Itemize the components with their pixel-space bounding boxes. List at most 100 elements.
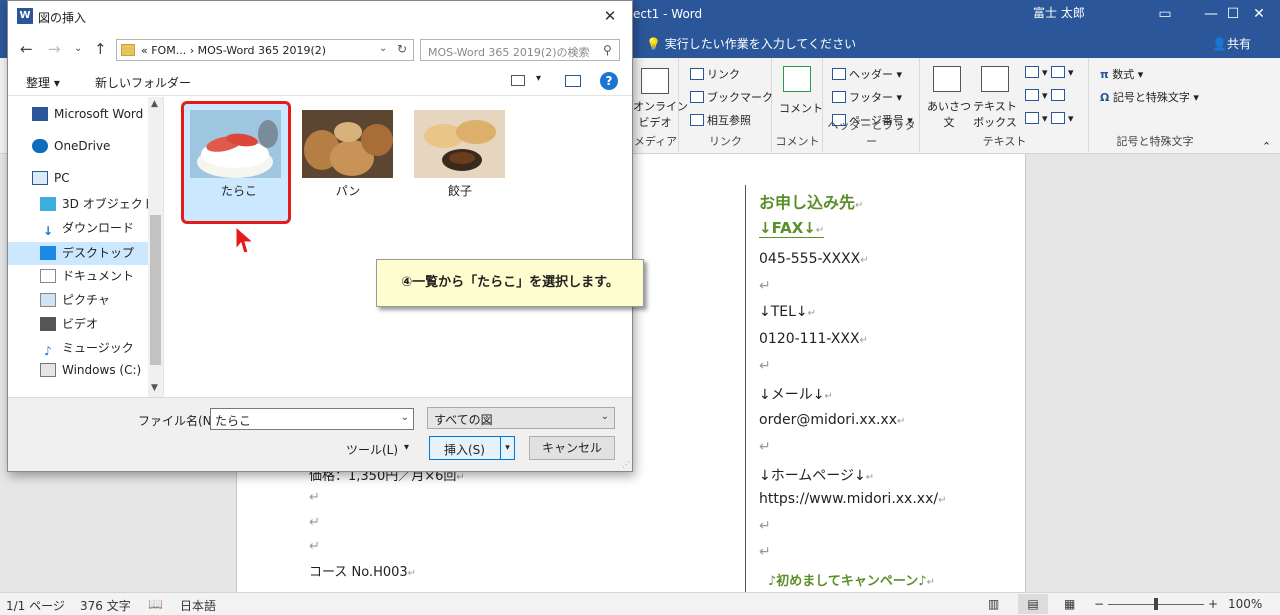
- footer-button[interactable]: フッター ▾: [832, 89, 902, 105]
- back-arrow-icon[interactable]: ←: [20, 40, 33, 58]
- nav-item-downloads[interactable]: ↓ ダウンロード: [40, 219, 134, 241]
- nav-item-pictures[interactable]: ピクチャ: [40, 291, 110, 313]
- up-arrow-icon[interactable]: ↑: [94, 40, 107, 58]
- textbox-button[interactable]: テキスト ボックス: [971, 98, 1019, 130]
- file-item-gyoza[interactable]: 餃子: [405, 101, 515, 221]
- bookmark-icon: [690, 91, 704, 103]
- cube-icon: [40, 197, 56, 211]
- nav-item-pc[interactable]: PC: [32, 171, 70, 193]
- tell-me-box[interactable]: 💡 実行したい作業を入力してください: [646, 35, 856, 52]
- chevron-down-icon[interactable]: ⌄: [401, 412, 409, 423]
- insert-dropdown-icon[interactable]: ▾: [500, 437, 514, 459]
- equation-button[interactable]: π 数式 ▾: [1100, 66, 1143, 82]
- dialog-footer: ファイル名(N): たらこ ⌄ すべての図 ⌄ ツール(L) ▾ 挿入(S) ▾…: [8, 397, 632, 471]
- scroll-down-icon[interactable]: ▼: [151, 383, 158, 393]
- nav-item-desktop[interactable]: デスクトップ: [8, 242, 148, 265]
- forward-arrow-icon[interactable]: →: [48, 40, 61, 58]
- nav-item-onedrive[interactable]: OneDrive: [32, 139, 110, 161]
- dropcap-icon[interactable]: ▾ ▾: [1025, 112, 1074, 125]
- paragraph-mark-icon: ↵: [309, 490, 320, 505]
- user-name[interactable]: 富士 太郎: [1033, 4, 1085, 21]
- doc-line[interactable]: ↓TEL↓↵: [759, 304, 816, 320]
- ribbon-group-header-footer: ヘッダー ▾ フッター ▾ ページ番号 ▾ ヘッダーとフッター: [824, 58, 920, 152]
- search-placeholder: MOS-Word 365 2019(2)の検索: [428, 46, 590, 59]
- chevron-down-icon[interactable]: ▾: [536, 73, 541, 84]
- proofing-icon[interactable]: 📖: [148, 597, 163, 611]
- help-icon[interactable]: ?: [600, 72, 618, 90]
- view-icon[interactable]: [511, 75, 525, 86]
- greeting-button[interactable]: あいさつ 文: [927, 98, 971, 130]
- ribbon-display-icon[interactable]: ▭: [1142, 0, 1188, 30]
- ribbon-group-comments: コメント コメント: [773, 58, 823, 152]
- zoom-slider-thumb[interactable]: [1154, 598, 1158, 610]
- recent-dropdown-icon[interactable]: ⌄: [74, 43, 82, 54]
- crossref-button[interactable]: 相互参照: [690, 112, 751, 128]
- chevron-down-icon[interactable]: ⌄: [379, 43, 387, 54]
- header-button[interactable]: ヘッダー ▾: [832, 66, 902, 82]
- tools-button[interactable]: ツール(L): [346, 441, 398, 458]
- zoom-in-icon[interactable]: +: [1208, 597, 1218, 611]
- new-folder-button[interactable]: 新しいフォルダー: [95, 74, 191, 91]
- print-layout-icon[interactable]: ▤: [1018, 594, 1048, 614]
- refresh-icon[interactable]: ↻: [397, 42, 407, 56]
- doc-line[interactable]: ↓ホームページ↓↵: [759, 465, 874, 485]
- page-count[interactable]: 1/1 ページ: [6, 597, 65, 614]
- zoom-level[interactable]: 100%: [1228, 597, 1262, 611]
- cancel-button[interactable]: キャンセル: [529, 436, 615, 460]
- file-item-pan[interactable]: パン: [293, 101, 403, 221]
- computer-icon: [32, 171, 48, 185]
- resize-grip-icon[interactable]: ⋰: [622, 460, 630, 469]
- filetype-select[interactable]: すべての図 ⌄: [427, 407, 615, 429]
- nav-item-3d-objects[interactable]: 3D オブジェクト: [40, 195, 155, 217]
- nav-item-music[interactable]: ♪ ミュージック: [40, 339, 134, 361]
- web-layout-icon[interactable]: ▦: [1064, 597, 1075, 611]
- close-icon[interactable]: ✕: [1236, 0, 1280, 30]
- nav-item-videos[interactable]: ビデオ: [40, 315, 98, 337]
- chevron-down-icon[interactable]: ⌄: [601, 411, 609, 422]
- address-bar[interactable]: « FOM... › MOS-Word 365 2019(2) ⌄ ↻: [116, 39, 414, 61]
- nav-item-windows-c[interactable]: Windows (C:): [40, 363, 141, 385]
- breadcrumb[interactable]: « FOM... › MOS-Word 365 2019(2): [141, 44, 326, 57]
- picture-icon: [40, 293, 56, 307]
- online-video-icon: [641, 68, 669, 94]
- command-bar: 整理 ▾ 新しいフォルダー ▾ ?: [8, 66, 632, 96]
- share-button[interactable]: 👤共有: [1212, 35, 1251, 52]
- scrollbar-thumb[interactable]: [150, 215, 161, 365]
- doc-line[interactable]: 045-555-XXXX↵: [759, 251, 869, 267]
- insert-button[interactable]: 挿入(S) ▾: [429, 436, 515, 460]
- quick-parts-icon[interactable]: ▾ ▾: [1025, 66, 1074, 79]
- read-mode-icon[interactable]: ▥: [988, 597, 999, 611]
- doc-line[interactable]: ↓FAX↓↵: [759, 219, 825, 238]
- word-count[interactable]: 376 文字: [80, 597, 131, 614]
- nav-item-microsoft-word[interactable]: Microsoft Word: [32, 107, 143, 129]
- scroll-up-icon[interactable]: ▲: [151, 99, 158, 109]
- preview-pane-icon[interactable]: [565, 75, 581, 87]
- nav-label: Windows (C:): [62, 363, 142, 377]
- zoom-out-icon[interactable]: −: [1094, 597, 1104, 611]
- search-input[interactable]: MOS-Word 365 2019(2)の検索 ⚲: [420, 39, 620, 61]
- doc-line[interactable]: コース No.H003↵: [309, 561, 416, 580]
- symbol-button[interactable]: Ω 記号と特殊文字 ▾: [1100, 89, 1199, 105]
- language[interactable]: 日本語: [180, 597, 216, 614]
- paragraph-mark-icon: ↵: [309, 515, 320, 530]
- nav-item-documents[interactable]: ドキュメント: [40, 267, 134, 289]
- wordart-icon[interactable]: ▾: [1025, 89, 1068, 102]
- organize-button[interactable]: 整理 ▾: [26, 74, 60, 91]
- bookmark-button[interactable]: ブックマーク: [690, 89, 773, 105]
- doc-line[interactable]: 0120-111-XXX↵: [759, 331, 868, 347]
- filename-field[interactable]: たらこ ⌄: [210, 408, 414, 430]
- close-icon[interactable]: ✕: [596, 5, 624, 27]
- collapse-ribbon-icon[interactable]: ⌃: [1262, 140, 1271, 153]
- tools-dropdown-icon[interactable]: ▾: [404, 442, 409, 453]
- doc-line[interactable]: https://www.midori.xx.xx/↵: [759, 491, 946, 507]
- link-icon: [690, 68, 704, 80]
- doc-line[interactable]: ♪初めましてキャンペーン♪↵: [768, 570, 935, 589]
- file-item-tarako[interactable]: たらこ: [181, 101, 291, 224]
- doc-line[interactable]: お申し込み先↵: [759, 189, 863, 213]
- online-video-button[interactable]: オンライン ビデオ: [633, 98, 688, 130]
- comment-button[interactable]: コメント: [779, 100, 823, 116]
- doc-line[interactable]: order@midori.xx.xx↵: [759, 412, 905, 428]
- doc-line[interactable]: ↓メール↓↵: [759, 384, 833, 404]
- nav-scrollbar[interactable]: ▲ ▼: [148, 97, 163, 397]
- link-button[interactable]: リンク: [690, 66, 740, 82]
